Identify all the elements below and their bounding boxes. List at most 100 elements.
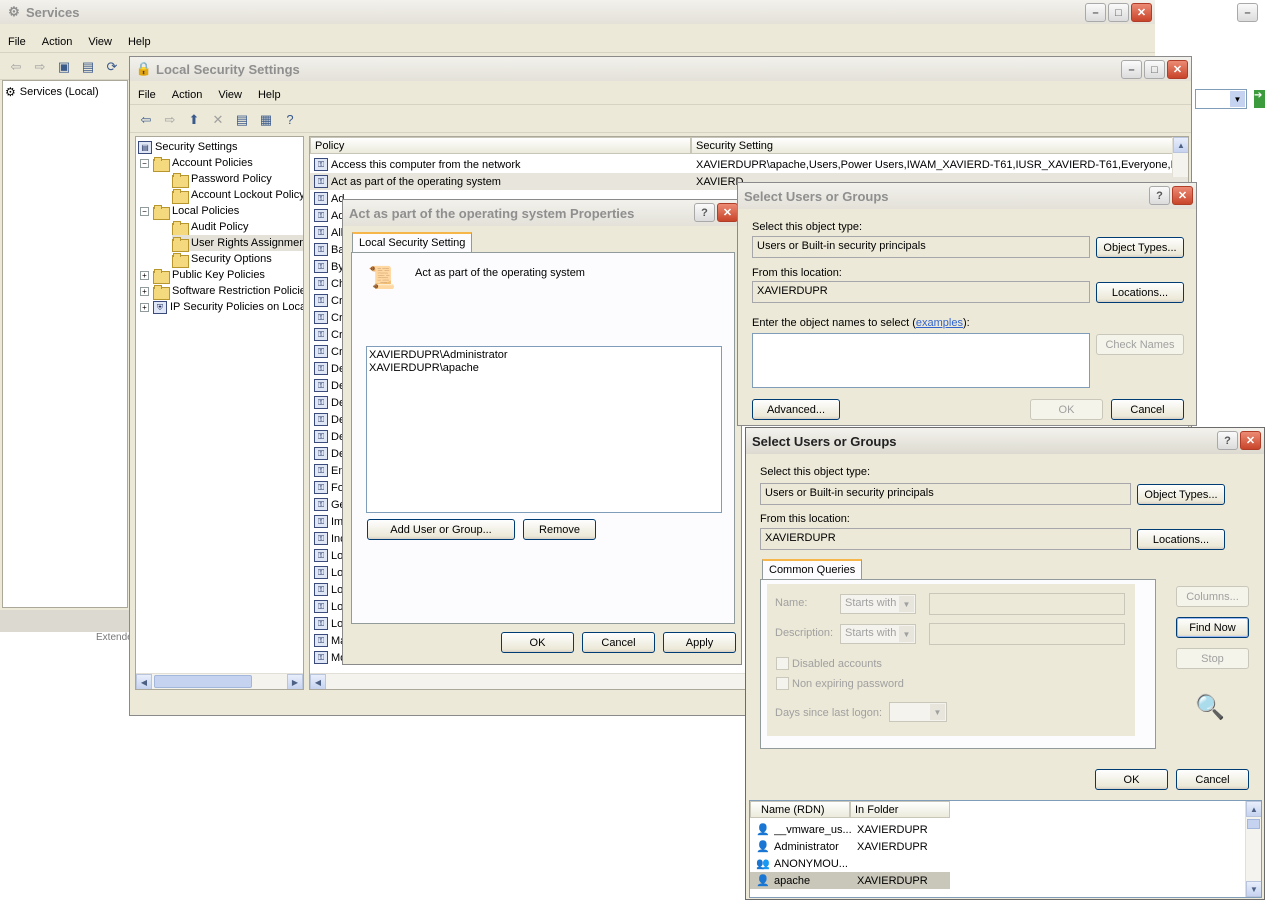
help-button[interactable]: ? — [694, 203, 715, 222]
tree-user-rights-assignment[interactable]: User Rights Assignmen — [172, 235, 303, 252]
show-hide-tree-icon[interactable]: ▣ — [54, 57, 74, 77]
tree-public-key-policies[interactable]: + Public Key Policies — [140, 267, 265, 284]
object-types-button[interactable]: Object Types... — [1096, 237, 1184, 258]
cancel-button[interactable]: Cancel — [582, 632, 655, 653]
menu-file[interactable]: File — [130, 89, 164, 101]
result-row[interactable]: 👤 __vmware_us... XAVIERDUPR — [750, 821, 950, 838]
members-list[interactable]: XAVIERDUPR\Administrator XAVIERDUPR\apac… — [366, 346, 722, 513]
result-row[interactable]: 👤 Administrator XAVIERDUPR — [750, 838, 950, 855]
services-titlebar[interactable]: ⚙ Services — [0, 0, 1155, 24]
scroll-up-icon[interactable]: ▲ — [1246, 801, 1261, 817]
scroll-thumb[interactable] — [1247, 819, 1260, 829]
menu-view[interactable]: View — [80, 36, 120, 48]
close-button[interactable]: ✕ — [1172, 186, 1193, 205]
expand-icon[interactable]: + — [140, 270, 149, 280]
apply-button[interactable]: Apply — [663, 632, 736, 653]
go-arrow-icon[interactable]: ➔ — [1254, 90, 1265, 108]
tree-horizontal-scrollbar[interactable]: ◀ ▶ — [136, 673, 303, 689]
find-now-button[interactable]: Find Now — [1176, 617, 1249, 638]
tab-common-queries[interactable]: Common Queries — [762, 559, 863, 579]
collapse-icon[interactable]: − — [140, 206, 149, 216]
background-combo[interactable]: ▼ — [1195, 89, 1247, 109]
expand-icon[interactable]: + — [140, 302, 149, 312]
minimize-button[interactable]: – — [1121, 60, 1142, 79]
cancel-button[interactable]: Cancel — [1111, 399, 1184, 420]
ok-button[interactable]: OK — [1095, 769, 1168, 790]
close-button[interactable]: ✕ — [1240, 431, 1261, 450]
lss-titlebar[interactable]: 🔒 Local Security Settings — [130, 57, 1191, 81]
help-button[interactable]: ? — [1217, 431, 1238, 450]
properties-icon[interactable]: ▤ — [232, 110, 252, 130]
cancel-button[interactable]: Cancel — [1176, 769, 1249, 790]
help-icon[interactable]: ? — [280, 110, 300, 130]
examples-link[interactable]: examples — [916, 317, 963, 329]
ok-button[interactable]: OK — [501, 632, 574, 653]
tree-account-lockout-policy[interactable]: Account Lockout Policy — [172, 187, 303, 204]
check-names-button[interactable]: Check Names — [1096, 334, 1184, 355]
select2-titlebar[interactable]: Select Users or Groups — [746, 428, 1264, 454]
object-names-input[interactable] — [752, 333, 1090, 388]
expand-icon[interactable]: + — [140, 286, 149, 296]
tree-services-local[interactable]: ⚙ Services (Local) — [5, 84, 99, 100]
back-arrow-icon[interactable]: ⇦ — [136, 110, 156, 130]
menu-action[interactable]: Action — [34, 36, 81, 48]
result-row-selected[interactable]: 👤 apache XAVIERDUPR — [750, 872, 950, 889]
add-user-or-group-button[interactable]: Add User or Group... — [367, 519, 515, 540]
minimize-button[interactable]: – — [1085, 3, 1106, 22]
locations-button[interactable]: Locations... — [1137, 529, 1225, 550]
tree-password-policy[interactable]: Password Policy — [172, 171, 272, 188]
column-header-name[interactable]: Name (RDN) — [750, 801, 850, 818]
menu-file[interactable]: File — [0, 36, 34, 48]
columns-button[interactable]: Columns... — [1176, 586, 1249, 607]
scroll-up-icon[interactable]: ▲ — [1173, 137, 1188, 153]
tree-security-settings[interactable]: ▤ Security Settings — [138, 139, 238, 155]
back-arrow-icon[interactable]: ⇦ — [6, 57, 26, 77]
scroll-thumb[interactable] — [154, 675, 252, 688]
properties-icon[interactable]: ▤ — [78, 57, 98, 77]
menu-help[interactable]: Help — [250, 89, 289, 101]
collapse-icon[interactable]: − — [140, 158, 149, 168]
forward-arrow-icon[interactable]: ⇨ — [160, 110, 180, 130]
tree-local-policies[interactable]: − Local Policies — [140, 203, 239, 220]
help-button[interactable]: ? — [1149, 186, 1170, 205]
up-folder-icon[interactable]: ⬆ — [184, 110, 204, 130]
result-row[interactable]: 👥 ANONYMOU... — [750, 855, 950, 872]
scroll-left-icon[interactable]: ◀ — [310, 674, 326, 689]
tree-security-options[interactable]: Security Options — [172, 251, 272, 268]
close-button[interactable]: ✕ — [1131, 3, 1152, 22]
properties-titlebar[interactable]: Act as part of the operating system Prop… — [343, 200, 741, 226]
scroll-left-icon[interactable]: ◀ — [136, 674, 152, 689]
close-button[interactable]: ✕ — [1167, 60, 1188, 79]
locations-button[interactable]: Locations... — [1096, 282, 1184, 303]
select1-titlebar[interactable]: Select Users or Groups — [738, 183, 1196, 209]
maximize-button[interactable]: □ — [1144, 60, 1165, 79]
column-header-setting[interactable]: Security Setting — [691, 137, 1173, 154]
minimize-button[interactable]: – — [1237, 3, 1258, 22]
tree-audit-policy[interactable]: Audit Policy — [172, 219, 248, 236]
list-vertical-scrollbar[interactable]: ▲ — [1172, 137, 1188, 177]
policy-row[interactable]: ⚿ Access this computer from the network … — [310, 156, 1188, 173]
menu-action[interactable]: Action — [164, 89, 211, 101]
export-list-icon[interactable]: ▦ — [256, 110, 276, 130]
advanced-button[interactable]: Advanced... — [752, 399, 840, 420]
stop-button[interactable]: Stop — [1176, 648, 1249, 669]
column-header-folder[interactable]: In Folder — [850, 801, 950, 818]
scroll-down-icon[interactable]: ▼ — [1246, 881, 1261, 897]
delete-icon[interactable]: ✕ — [208, 110, 228, 130]
object-types-button[interactable]: Object Types... — [1137, 484, 1225, 505]
member-item[interactable]: XAVIERDUPR\Administrator — [369, 349, 719, 362]
refresh-icon[interactable]: ⟳ — [102, 57, 122, 77]
results-vertical-scrollbar[interactable]: ▲ ▼ — [1245, 801, 1261, 897]
menu-view[interactable]: View — [210, 89, 250, 101]
scroll-right-icon[interactable]: ▶ — [287, 674, 303, 689]
tree-ip-security[interactable]: + ⛨ IP Security Policies on Loca — [140, 299, 303, 315]
menu-help[interactable]: Help — [120, 36, 159, 48]
column-header-policy[interactable]: Policy — [310, 137, 691, 154]
forward-arrow-icon[interactable]: ⇨ — [30, 57, 50, 77]
tree-account-policies[interactable]: − Account Policies — [140, 155, 253, 172]
ok-button[interactable]: OK — [1030, 399, 1103, 420]
tab-local-security-setting[interactable]: Local Security Setting — [352, 232, 473, 252]
member-item[interactable]: XAVIERDUPR\apache — [369, 362, 719, 375]
remove-button[interactable]: Remove — [523, 519, 596, 540]
maximize-button[interactable]: □ — [1108, 3, 1129, 22]
